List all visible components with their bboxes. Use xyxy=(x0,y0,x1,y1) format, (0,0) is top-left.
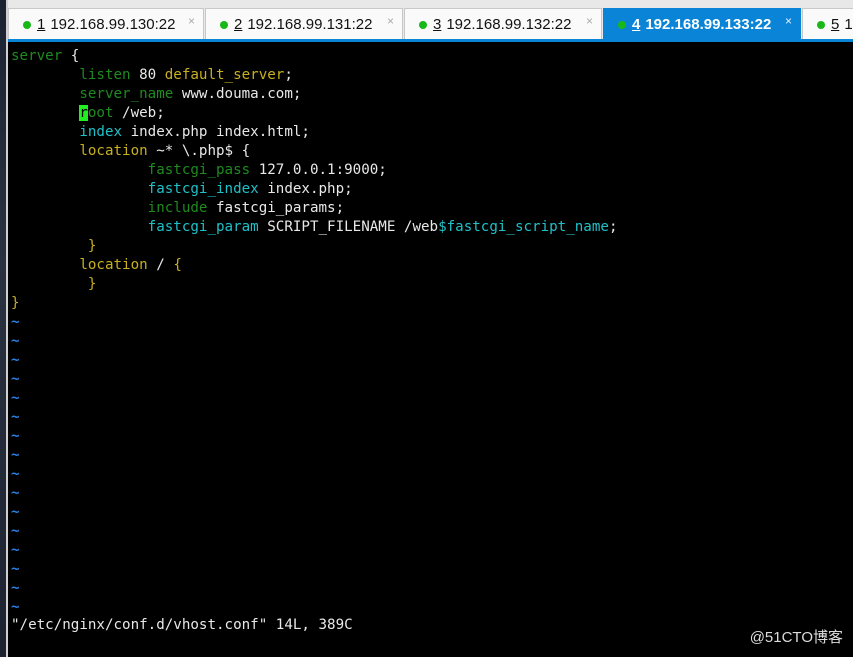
code-token: index.php index.html; xyxy=(122,124,310,140)
session-tab-4[interactable]: 4 192.168.99.133:22 × xyxy=(603,8,801,40)
session-tab-5[interactable]: 519 xyxy=(802,8,853,40)
empty-line-tilde: ~ xyxy=(11,580,20,596)
text-cursor: r xyxy=(79,105,88,121)
code-token: } xyxy=(11,276,97,292)
code-token: { xyxy=(62,48,80,64)
code-token: 80 xyxy=(130,67,165,83)
tab-label: 192.168.99.133:22 xyxy=(645,16,772,33)
connected-status-icon xyxy=(618,20,626,29)
code-line: root /web; xyxy=(11,104,165,123)
session-tab-bar: 1 192.168.99.130:22 × 2 192.168.99.131:22 × 3 1… xyxy=(8,0,853,40)
code-token: } xyxy=(11,238,97,254)
code-token: 127.0.0.1:9000; xyxy=(250,162,387,178)
code-token: server_name xyxy=(79,86,174,102)
code-token: location xyxy=(79,257,148,273)
connected-status-icon xyxy=(817,20,825,29)
session-tab-1[interactable]: 1 192.168.99.130:22 × xyxy=(8,8,204,40)
code-line: } xyxy=(11,275,97,294)
empty-line-tilde: ~ xyxy=(11,371,20,387)
code-token: ; xyxy=(284,67,293,83)
code-token: listen xyxy=(79,67,131,83)
code-token: ; xyxy=(608,219,618,235)
code-token: include xyxy=(147,200,208,216)
code-token: www.douma.com; xyxy=(173,86,302,102)
tab-label: 19 xyxy=(844,16,853,33)
empty-line-tilde: ~ xyxy=(11,561,20,577)
code-line: fastcgi_pass 127.0.0.1:9000; xyxy=(11,161,387,180)
close-tab-icon[interactable]: × xyxy=(387,14,394,28)
code-token: location xyxy=(79,143,148,159)
empty-line-tilde: ~ xyxy=(11,466,20,482)
empty-line-tilde: ~ xyxy=(11,485,20,501)
code-token: fastcgi_param xyxy=(147,219,259,235)
close-tab-icon[interactable]: × xyxy=(188,14,195,28)
code-token: } xyxy=(11,295,20,311)
empty-line-tilde: ~ xyxy=(11,428,20,444)
code-token: fastcgi_pass xyxy=(147,162,251,178)
code-token: ~* \.php$ { xyxy=(147,143,251,159)
tab-label: 192.168.99.130:22 xyxy=(50,16,176,33)
empty-line-tilde: ~ xyxy=(11,504,20,520)
code-token: default_server xyxy=(164,67,285,83)
code-token: fastcgi_params; xyxy=(207,200,345,216)
code-token: $fastcgi_script_name xyxy=(438,219,609,235)
empty-line-tilde: ~ xyxy=(11,333,20,349)
tab-number: 4 xyxy=(632,16,641,33)
connected-status-icon xyxy=(419,20,427,29)
code-line: listen 80 default_server; xyxy=(11,66,293,85)
code-token: /web; xyxy=(113,105,165,121)
empty-line-tilde: ~ xyxy=(11,409,20,425)
terminal-editor[interactable]: "/etc/nginx/conf.d/vhost.conf" 14L, 389C… xyxy=(8,42,853,657)
code-line: fastcgi_param SCRIPT_FILENAME /web$fastc… xyxy=(11,218,618,237)
tab-number: 3 xyxy=(433,16,442,33)
session-tab-3[interactable]: 3 192.168.99.132:22 × xyxy=(404,8,602,40)
tab-label: 192.168.99.132:22 xyxy=(446,16,572,33)
empty-line-tilde: ~ xyxy=(11,390,20,406)
code-token: fastcgi_index xyxy=(147,181,259,197)
code-token: / xyxy=(147,257,174,273)
empty-line-tilde: ~ xyxy=(11,542,20,558)
vim-status-line: "/etc/nginx/conf.d/vhost.conf" 14L, 389C xyxy=(11,617,353,633)
code-line: location ~* \.php$ { xyxy=(11,142,250,161)
empty-line-tilde: ~ xyxy=(11,599,20,615)
tab-number: 5 xyxy=(830,16,840,33)
empty-line-tilde: ~ xyxy=(11,447,20,463)
empty-line-tilde: ~ xyxy=(11,352,20,368)
close-tab-icon[interactable]: × xyxy=(586,14,593,28)
code-line: index index.php index.html; xyxy=(11,123,310,142)
code-line: server_name www.douma.com; xyxy=(11,85,301,104)
connected-status-icon xyxy=(23,20,31,29)
close-tab-icon[interactable]: × xyxy=(785,14,792,28)
connected-status-icon xyxy=(220,20,228,29)
code-token: { xyxy=(173,257,182,273)
empty-line-tilde: ~ xyxy=(11,523,20,539)
tab-number: 2 xyxy=(234,16,243,33)
code-line: fastcgi_index index.php; xyxy=(11,180,353,199)
code-line: } xyxy=(11,294,20,313)
tab-label: 192.168.99.131:22 xyxy=(247,16,373,33)
code-token: server xyxy=(11,48,63,64)
code-token: oot xyxy=(87,105,114,121)
code-line: location / { xyxy=(11,256,182,275)
code-token: index.php; xyxy=(258,181,353,197)
watermark: @51CTO博客 xyxy=(749,629,843,646)
code-token: SCRIPT_FILENAME /web xyxy=(258,219,439,235)
code-line: include fastcgi_params; xyxy=(11,199,344,218)
empty-line-tilde: ~ xyxy=(11,314,20,330)
tab-number: 1 xyxy=(37,16,46,33)
code-line: server { xyxy=(11,47,79,66)
code-token: index xyxy=(79,124,123,140)
code-line: } xyxy=(11,237,97,256)
session-tab-2[interactable]: 2 192.168.99.131:22 × xyxy=(205,8,403,40)
